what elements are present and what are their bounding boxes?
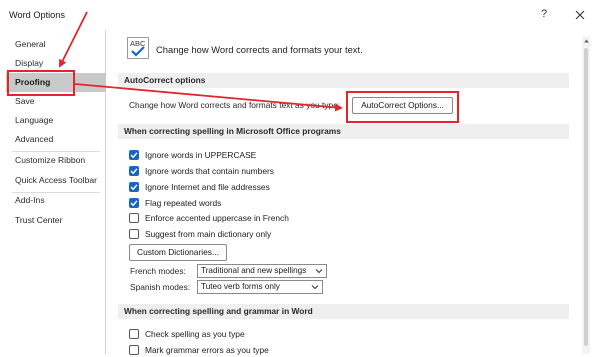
checkmark-icon [130, 152, 138, 159]
custom-dictionaries-button[interactable]: Custom Dictionaries... [129, 244, 227, 261]
abc-checkmark-icon: ABC [127, 37, 149, 59]
help-button[interactable]: ? [541, 8, 547, 20]
close-icon [575, 10, 585, 20]
checkbox-checked[interactable] [129, 198, 139, 208]
close-button[interactable] [569, 5, 591, 25]
sidebar-item-language[interactable]: Language [6, 111, 106, 130]
title-bar: Word Options ? [0, 0, 600, 30]
checkbox-checked[interactable] [129, 150, 139, 160]
sidebar-item-trust-center[interactable]: Trust Center [6, 211, 106, 230]
option-ignore-uppercase[interactable]: Ignore words in UPPERCASE [129, 148, 256, 162]
scroll-up-button[interactable] [582, 36, 590, 46]
checkmark-icon [130, 184, 138, 191]
autocorrect-description: Change how Word corrects and formats tex… [129, 100, 341, 110]
checkmark-icon [130, 168, 138, 175]
option-suggest-main-dictionary[interactable]: Suggest from main dictionary only [129, 227, 271, 241]
spanish-modes-value: Tuteo verb forms only [201, 282, 280, 291]
checkmark-icon [130, 200, 138, 207]
chevron-up-icon [583, 39, 589, 43]
autocorrect-section-title: AutoCorrect options [118, 73, 569, 88]
scrollbar-thumb[interactable] [584, 48, 588, 346]
option-label: Ignore words in UPPERCASE [145, 150, 257, 160]
proofing-highlight-box [7, 70, 75, 96]
option-mark-grammar-errors[interactable]: Mark grammar errors as you type [129, 343, 269, 357]
option-flag-repeated-words[interactable]: Flag repeated words [129, 196, 221, 210]
french-modes-value: Traditional and new spellings [201, 266, 307, 275]
checkbox-unchecked[interactable] [129, 213, 139, 223]
option-label: Suggest from main dictionary only [145, 229, 272, 239]
option-enforce-accented-uppercase[interactable]: Enforce accented uppercase in French [129, 211, 289, 225]
sidebar-item-add-ins[interactable]: Add-Ins [6, 191, 106, 210]
checkbox-checked[interactable] [129, 166, 139, 176]
option-label: Enforce accented uppercase in French [145, 213, 289, 223]
checkbox-unchecked[interactable] [129, 329, 139, 339]
option-label: Ignore Internet and file addresses [145, 182, 270, 192]
autocorrect-highlight-box [346, 91, 459, 123]
french-modes-select[interactable]: Traditional and new spellings [197, 264, 327, 278]
checkbox-checked[interactable] [129, 182, 139, 192]
chevron-down-icon [315, 269, 323, 274]
window-title: Word Options [9, 10, 65, 20]
option-ignore-numbers[interactable]: Ignore words that contain numbers [129, 164, 274, 178]
spanish-modes-select[interactable]: Tuteo verb forms only [197, 280, 323, 294]
option-check-spelling-as-you-type[interactable]: Check spelling as you type [129, 327, 245, 341]
checkbox-unchecked[interactable] [129, 229, 139, 239]
spelling-office-section-title: When correcting spelling in Microsoft Of… [118, 124, 569, 139]
option-label: Check spelling as you type [145, 329, 245, 339]
spanish-modes-label: Spanish modes: [130, 282, 191, 292]
sidebar-item-general[interactable]: General [6, 35, 106, 54]
french-modes-label: French modes: [130, 266, 186, 276]
spelling-word-section-title: When correcting spelling and grammar in … [118, 304, 569, 319]
chevron-down-icon [311, 285, 319, 290]
option-label: Ignore words that contain numbers [145, 166, 274, 176]
page-intro: Change how Word corrects and formats you… [156, 44, 363, 55]
option-label: Flag repeated words [145, 198, 222, 208]
sidebar-item-advanced[interactable]: Advanced [6, 130, 106, 149]
sidebar-item-quick-access-toolbar[interactable]: Quick Access Toolbar [6, 171, 106, 190]
option-ignore-internet-addresses[interactable]: Ignore Internet and file addresses [129, 180, 270, 194]
sidebar-item-customize-ribbon[interactable]: Customize Ribbon [6, 151, 106, 170]
